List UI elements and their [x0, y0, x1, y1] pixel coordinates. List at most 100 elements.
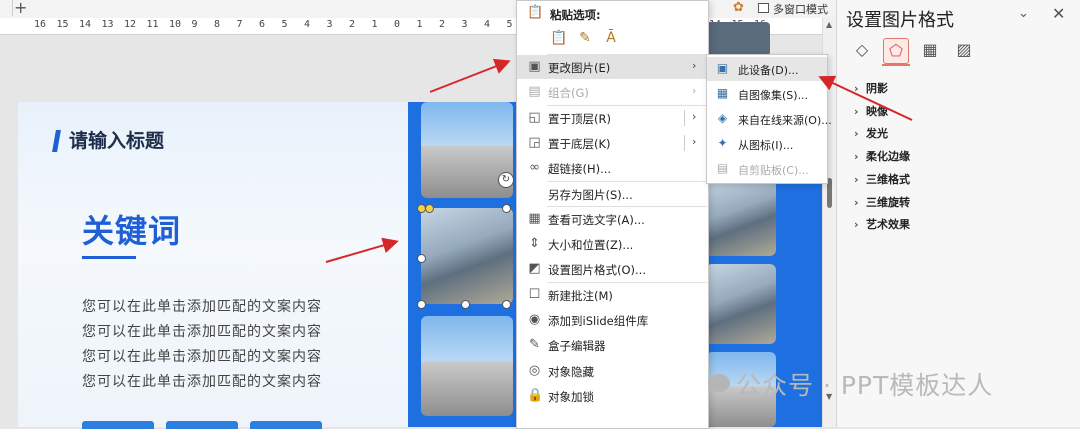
- size-properties-icon[interactable]: ▦: [918, 38, 942, 62]
- right-photo-2[interactable]: [706, 264, 776, 344]
- pane-section-label: 三维旋转: [866, 195, 910, 209]
- slide-body-line[interactable]: 您可以在此单击添加匹配的文案内容: [82, 346, 322, 366]
- ruler-tick: 5: [506, 19, 513, 30]
- menu-item[interactable]: ∞ 超链接(H)...: [517, 156, 708, 180]
- ruler-tick: 8: [214, 19, 221, 30]
- pane-section-label: 阴影: [866, 82, 888, 95]
- ruler-tick: 1: [371, 19, 378, 30]
- pane-section-label: 艺术效果: [866, 218, 910, 232]
- pane-section[interactable]: › 柔化边缘: [854, 148, 910, 164]
- menu-item[interactable]: ◱ 置于顶层(R) ›: [517, 106, 708, 130]
- pane-options-chevron-icon[interactable]: ⌄: [1018, 6, 1029, 21]
- menu-item[interactable]: ◎ 对象隐藏: [517, 359, 708, 383]
- alt-text-icon: ▦: [528, 210, 541, 226]
- building-photo-2-selected[interactable]: [421, 208, 513, 304]
- pane-section[interactable]: › 映像: [854, 103, 888, 119]
- menu-item[interactable]: 另存为图片(S)...: [517, 182, 708, 206]
- submenu-item[interactable]: ✦ 从图标(I)...: [707, 132, 827, 156]
- ruler-tick: 6: [259, 19, 266, 30]
- resize-handle[interactable]: [425, 204, 434, 213]
- ruler-tick: 14: [79, 19, 92, 30]
- ruler-tick: 0: [394, 19, 401, 30]
- submenu-item-label: 自图像集(S)...: [738, 89, 809, 102]
- device-icon: ▣: [716, 61, 729, 75]
- menu-item[interactable]: ▣ 更改图片(E) ›: [517, 55, 708, 79]
- slide-title[interactable]: 请输入标题: [69, 126, 164, 153]
- scroll-up-icon[interactable]: ▲: [826, 20, 832, 29]
- top-right-photo[interactable]: [706, 22, 770, 56]
- menu-item[interactable]: 🔒 对象加锁: [517, 384, 708, 408]
- expand-caret-icon: ›: [854, 127, 859, 141]
- settings-gear-icon[interactable]: ✿: [733, 0, 744, 15]
- menu-item-label: 设置图片格式(O)...: [548, 263, 646, 278]
- multiwindow-label[interactable]: 多窗口模式: [773, 1, 828, 17]
- ruler-tick: 4: [304, 19, 311, 30]
- submenu-arrow-icon: ›: [692, 134, 697, 148]
- menu-item[interactable]: ✎ 盒子编辑器: [517, 333, 708, 357]
- resize-handle[interactable]: [417, 254, 426, 263]
- slide-keyword[interactable]: 关键词: [82, 206, 181, 252]
- format-picture-icon: ◩: [528, 261, 541, 277]
- pane-section[interactable]: › 三维格式: [854, 171, 910, 187]
- pane-section[interactable]: › 发光: [854, 125, 888, 141]
- ruler-tick: 10: [169, 19, 182, 30]
- building-photo-3[interactable]: [421, 316, 513, 416]
- pane-section-label: 柔化边缘: [866, 150, 910, 164]
- paste-keep-format-icon[interactable]: 📋: [550, 29, 568, 47]
- pane-section[interactable]: › 阴影: [854, 80, 888, 96]
- slide-body-line[interactable]: 您可以在此单击添加匹配的文案内容: [82, 321, 322, 341]
- ruler-tick: 2: [439, 19, 446, 30]
- slide-body-line[interactable]: 您可以在此单击添加匹配的文案内容: [82, 296, 322, 316]
- ruler-tick: 13: [101, 19, 114, 30]
- pane-section-label: 发光: [866, 127, 888, 141]
- picture-icon[interactable]: ▨: [952, 38, 976, 62]
- paste-picture-icon[interactable]: ✎: [576, 29, 594, 47]
- fill-line-icon[interactable]: ◇: [850, 38, 874, 62]
- pane-section[interactable]: › 三维旋转: [854, 194, 910, 210]
- pane-title: 设置图片格式: [846, 10, 954, 31]
- watermark-text: 公众号 · PPT模板达人: [736, 371, 994, 400]
- slide-tab-stub[interactable]: [0, 0, 13, 16]
- ruler-tick: 1: [416, 19, 423, 30]
- menu-item[interactable]: ☐ 新建批注(M): [517, 283, 708, 307]
- clipboard-icon: 📋: [527, 5, 544, 20]
- menu-item[interactable]: ▦ 查看可选文字(A)...: [517, 207, 708, 231]
- submenu-item[interactable]: ▦ 自图像集(S)...: [707, 82, 827, 106]
- submenu-item[interactable]: ▣ 此设备(D)...: [707, 57, 827, 81]
- ruler-tick: 5: [281, 19, 288, 30]
- pane-section-label: 三维格式: [866, 172, 910, 186]
- slide-body-line[interactable]: 您可以在此单击添加匹配的文案内容: [82, 371, 322, 391]
- paste-text-only-icon[interactable]: Ā: [602, 29, 620, 47]
- menu-item-label: 添加到iSlide组件库: [548, 314, 649, 328]
- pane-close-icon[interactable]: ✕: [1052, 4, 1065, 23]
- submenu-item-label: 来自在线来源(O)...: [738, 114, 832, 127]
- menu-item[interactable]: ◉ 添加到iSlide组件库: [517, 308, 708, 332]
- resize-handle[interactable]: [461, 300, 470, 309]
- submenu-arrow-icon: ›: [692, 84, 697, 98]
- pane-section[interactable]: › 艺术效果: [854, 216, 910, 232]
- pane-section-label: 映像: [866, 104, 888, 118]
- multiwindow-icon[interactable]: [758, 3, 769, 13]
- lock-object-icon: 🔒: [527, 387, 544, 403]
- wechat-logo-icon: [708, 374, 730, 392]
- resize-handle[interactable]: [417, 300, 426, 309]
- add-slide-icon[interactable]: +: [14, 0, 27, 17]
- resize-handle[interactable]: [502, 204, 511, 213]
- active-tab-underline: [882, 64, 910, 66]
- from-icons-icon: ✦: [717, 136, 728, 150]
- right-photo-1[interactable]: [706, 180, 776, 256]
- effects-pentagon-icon[interactable]: ⬠: [883, 38, 909, 64]
- menu-item[interactable]: ⇕ 大小和位置(Z)...: [517, 232, 708, 256]
- menu-item[interactable]: ◲ 置于底层(K) ›: [517, 131, 708, 155]
- submenu-arrow-icon: ›: [692, 59, 697, 72]
- menu-item-label: 新建批注(M): [548, 288, 613, 303]
- rotate-handle-icon[interactable]: ↻: [498, 172, 514, 188]
- expand-caret-icon: ›: [854, 82, 859, 95]
- slide-bottom-tab: [166, 421, 238, 429]
- ruler-tick: 11: [146, 19, 159, 30]
- submenu-item[interactable]: ◈ 来自在线来源(O)...: [707, 107, 832, 131]
- menu-item[interactable]: ◩ 设置图片格式(O)...: [517, 257, 708, 281]
- resize-handle[interactable]: [502, 300, 511, 309]
- menu-item-label: 对象隐藏: [548, 364, 594, 379]
- ruler-tick: 2: [349, 19, 356, 30]
